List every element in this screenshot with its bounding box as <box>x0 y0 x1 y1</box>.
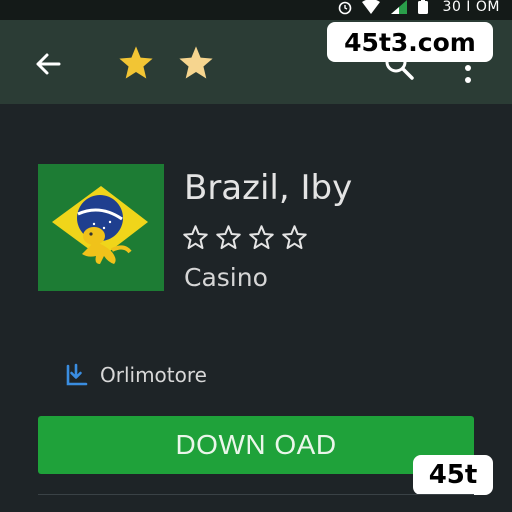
rating-stars <box>182 224 308 251</box>
status-icons: 30 I OM <box>337 0 500 16</box>
app-icon <box>38 164 164 291</box>
battery-icon <box>417 0 428 14</box>
signal-icon <box>390 0 407 14</box>
star-icon[interactable] <box>177 44 215 82</box>
watermark-bottom: 45t <box>413 455 493 495</box>
star-outline-icon <box>183 225 208 250</box>
app-category[interactable]: Casino <box>184 263 268 292</box>
back-button[interactable] <box>28 44 68 84</box>
star-outline-icon <box>249 225 274 250</box>
arrow-left-icon <box>36 53 61 75</box>
watermark-top: 45t3.com <box>327 22 493 62</box>
wifi-icon <box>361 0 380 14</box>
star-outline-icon <box>282 225 307 250</box>
star-icon[interactable] <box>117 44 155 82</box>
status-time: 30 I OM <box>442 0 500 15</box>
alarm-icon <box>338 1 351 15</box>
publisher-row[interactable]: Orlimotore <box>64 362 207 388</box>
star-outline-icon <box>216 225 241 250</box>
divider <box>38 494 474 495</box>
download-install-icon <box>66 363 88 386</box>
app-title: Brazil, Iby <box>184 168 353 208</box>
download-button[interactable]: DOWN OAD <box>38 416 474 474</box>
publisher-name: Orlimotore <box>100 363 207 387</box>
status-bar: 30 I OM <box>0 0 512 20</box>
brazil-flag-icon <box>38 164 164 291</box>
